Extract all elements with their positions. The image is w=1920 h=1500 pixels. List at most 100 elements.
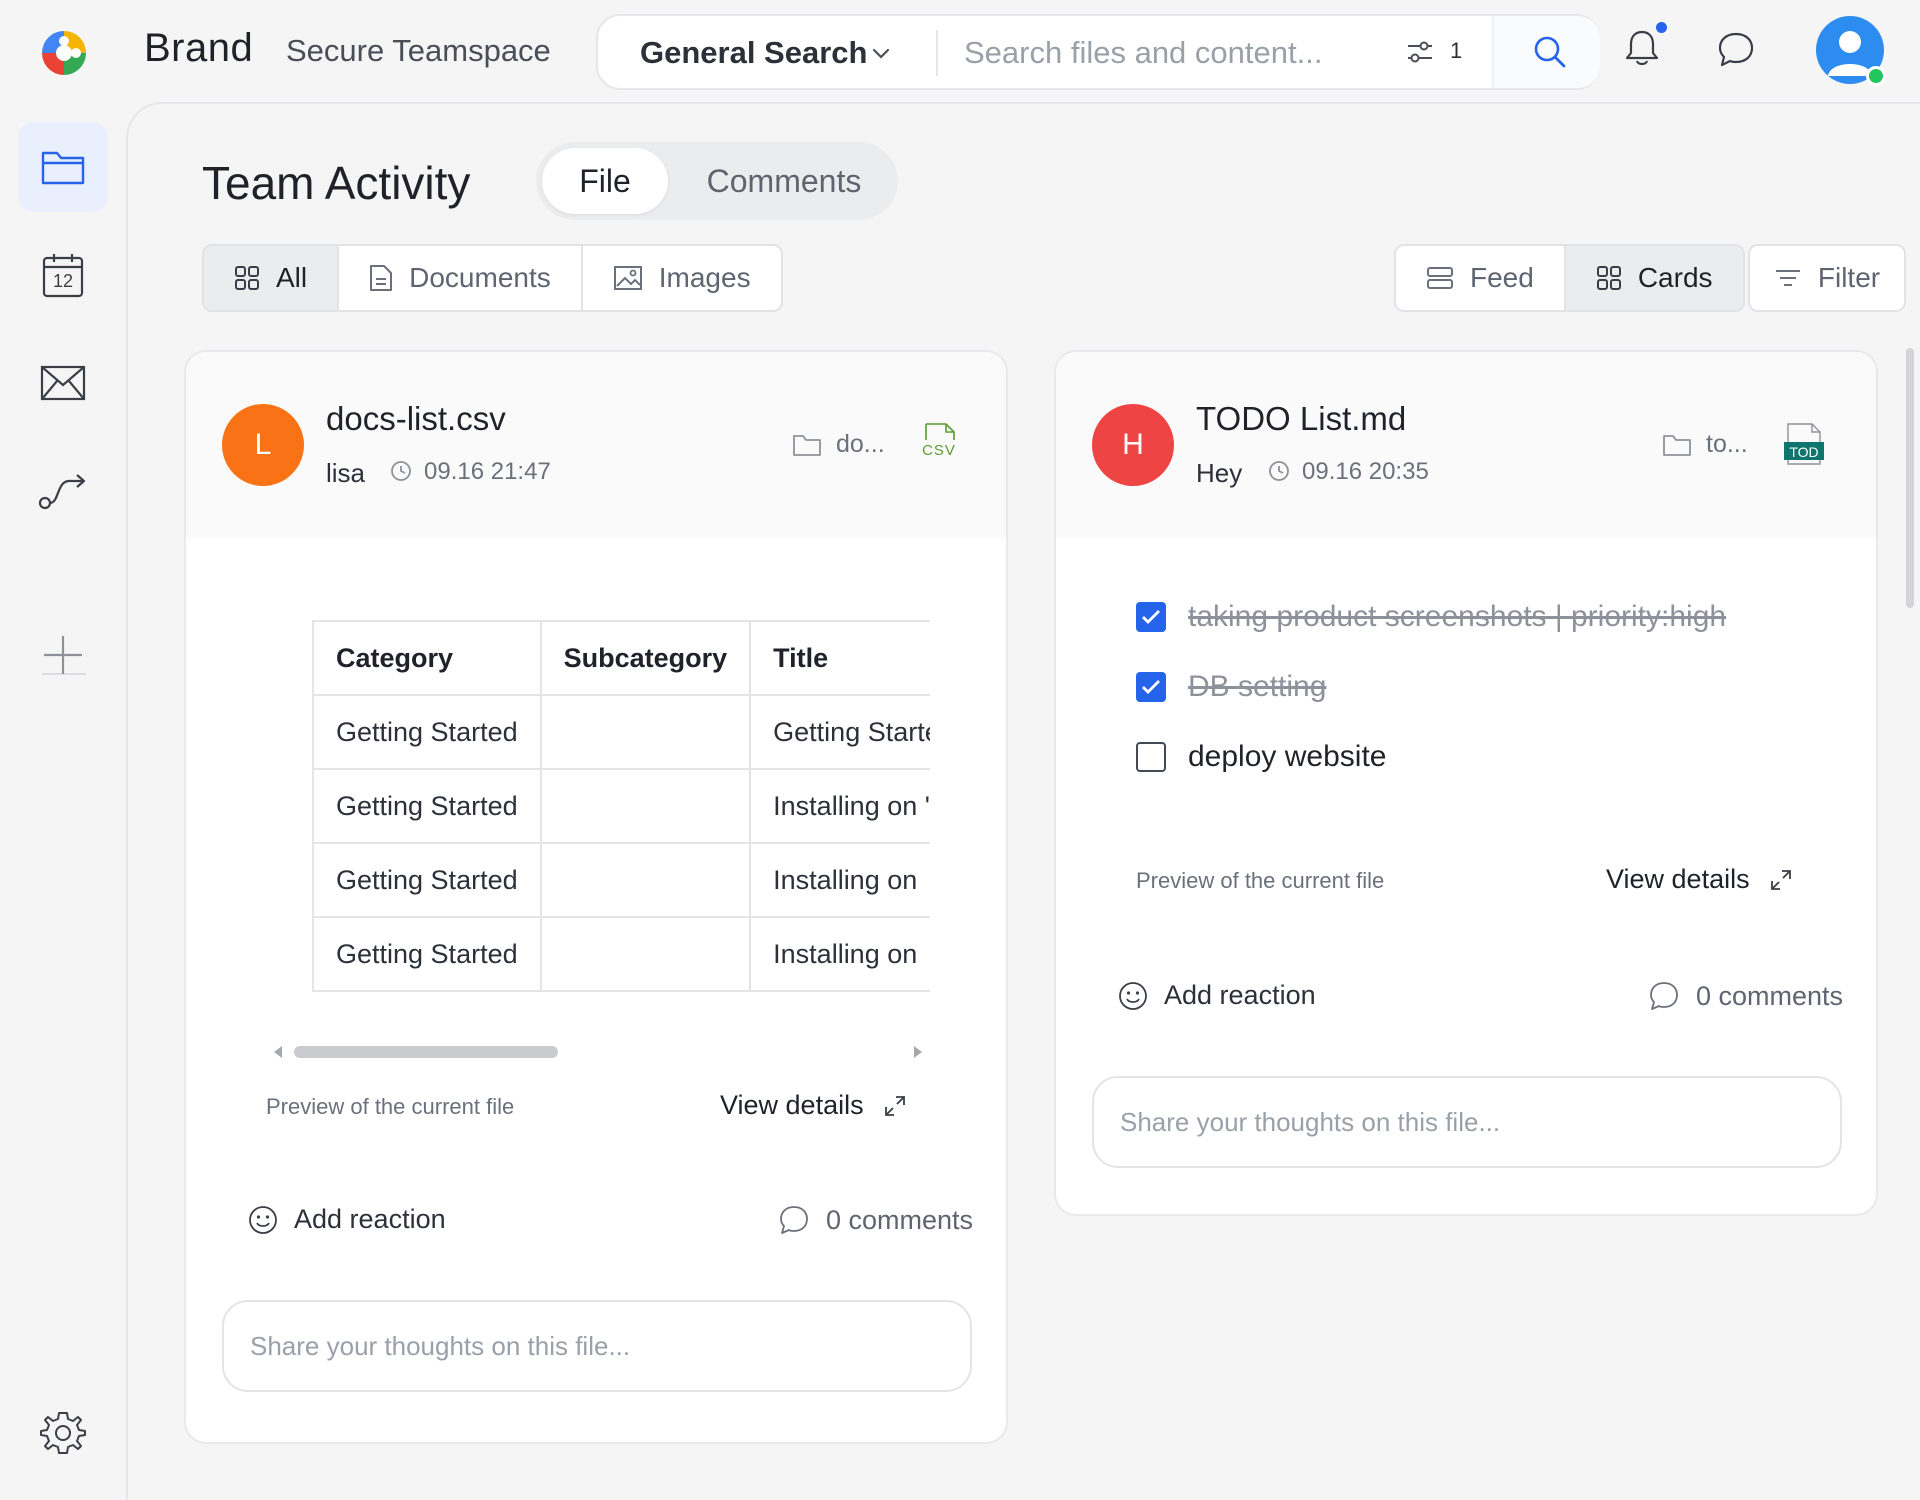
view-details-link[interactable]: View details bbox=[1606, 864, 1792, 895]
tab-file[interactable]: File bbox=[542, 148, 668, 214]
card-header: L docs-list.csv lisa 09.16 21:47 do... C… bbox=[186, 352, 1006, 538]
expand-icon bbox=[1770, 869, 1792, 891]
sidebar-add-button[interactable] bbox=[18, 610, 108, 700]
markdown-file-icon: TOD bbox=[1782, 422, 1826, 466]
sidebar: 12 bbox=[0, 102, 126, 1500]
view-feed-button[interactable]: Feed bbox=[1396, 246, 1566, 310]
add-reaction-label: Add reaction bbox=[1164, 980, 1316, 1010]
filter-documents-label: Documents bbox=[409, 262, 551, 293]
file-type-badge: CSV bbox=[922, 442, 956, 459]
todo-item[interactable]: taking product screenshots | priority:hi… bbox=[1136, 600, 1726, 634]
sidebar-item-workflow[interactable] bbox=[18, 446, 108, 536]
calendar-day: 12 bbox=[52, 271, 74, 291]
comments-button[interactable]: 0 comments bbox=[1648, 980, 1843, 1012]
filter-button[interactable]: Filter bbox=[1748, 244, 1906, 312]
folder-icon bbox=[40, 147, 86, 187]
filter-documents-button[interactable]: Documents bbox=[339, 246, 583, 310]
grid-icon bbox=[234, 265, 260, 291]
comment-input[interactable] bbox=[1092, 1076, 1842, 1168]
view-details-label: View details bbox=[720, 1090, 864, 1120]
chat-bubble-icon[interactable] bbox=[1716, 30, 1756, 70]
add-reaction-label: Add reaction bbox=[294, 1204, 446, 1234]
checkbox-checked[interactable] bbox=[1136, 602, 1166, 632]
clock-icon bbox=[390, 460, 412, 482]
search-input[interactable] bbox=[964, 34, 1404, 72]
scroll-left-arrow-icon[interactable] bbox=[272, 1045, 284, 1059]
search-button[interactable] bbox=[1492, 16, 1600, 88]
sidebar-item-calendar[interactable]: 12 bbox=[18, 230, 108, 320]
scroll-right-arrow-icon[interactable] bbox=[912, 1045, 924, 1059]
author-name[interactable]: lisa bbox=[326, 458, 365, 489]
search-filters-button[interactable] bbox=[1404, 36, 1436, 72]
chevron-down-icon[interactable] bbox=[870, 42, 892, 64]
clock-icon bbox=[1268, 460, 1290, 482]
horizontal-scrollbar[interactable] bbox=[272, 1042, 926, 1062]
table-cell bbox=[539, 694, 752, 770]
type-filter-group: All Documents Images bbox=[202, 244, 783, 312]
todo-text: DB setting bbox=[1188, 670, 1327, 703]
workspace-name[interactable]: Secure Teamspace bbox=[286, 33, 551, 69]
table-cell bbox=[539, 916, 752, 992]
view-details-link[interactable]: View details bbox=[720, 1090, 906, 1121]
add-reaction-button[interactable]: Add reaction bbox=[1118, 980, 1316, 1011]
table-cell bbox=[539, 842, 752, 918]
file-title[interactable]: TODO List.md bbox=[1196, 400, 1406, 438]
filter-images-button[interactable]: Images bbox=[583, 246, 781, 310]
add-reaction-button[interactable]: Add reaction bbox=[248, 1204, 446, 1235]
todo-item[interactable]: deploy website bbox=[1136, 740, 1386, 774]
file-comments-toggle: File Comments bbox=[536, 142, 898, 220]
timestamp: 09.16 20:35 bbox=[1302, 458, 1429, 485]
preview-label: Preview of the current file bbox=[266, 1094, 515, 1119]
search-scope-select[interactable]: General Search bbox=[640, 35, 867, 71]
folder-link[interactable]: do... bbox=[792, 430, 885, 459]
filter-label: Filter bbox=[1817, 262, 1881, 293]
comments-button[interactable]: 0 comments bbox=[778, 1204, 973, 1236]
table-row: Getting Started Getting Starte bbox=[312, 694, 930, 770]
timestamp: 09.16 21:47 bbox=[424, 458, 551, 485]
brand-name: Brand bbox=[144, 26, 254, 70]
activity-card: H TODO List.md Hey 09.16 20:35 to... TOD… bbox=[1054, 350, 1878, 1216]
folder-icon bbox=[792, 433, 822, 457]
settings-icon bbox=[40, 1410, 86, 1456]
sidebar-settings-button[interactable] bbox=[18, 1388, 108, 1478]
activity-card: L docs-list.csv lisa 09.16 21:47 do... C… bbox=[184, 350, 1008, 1444]
document-icon bbox=[369, 264, 393, 292]
workflow-icon bbox=[37, 471, 89, 511]
todo-item[interactable]: DB setting bbox=[1136, 670, 1326, 704]
plus-icon bbox=[42, 634, 84, 676]
filter-lines-icon bbox=[1774, 267, 1802, 289]
csv-preview-table[interactable]: Category Subcategory Title Getting Start… bbox=[312, 620, 930, 992]
checkbox-unchecked[interactable] bbox=[1136, 742, 1166, 772]
filter-images-label: Images bbox=[658, 262, 751, 293]
vertical-scrollbar-thumb[interactable] bbox=[1906, 348, 1914, 608]
table-cell: Getting Started bbox=[312, 694, 542, 770]
author-avatar[interactable]: L bbox=[222, 404, 304, 486]
comment-input[interactable] bbox=[222, 1300, 972, 1392]
online-status-indicator bbox=[1866, 66, 1886, 86]
checkbox-checked[interactable] bbox=[1136, 672, 1166, 702]
comments-count-label: 0 comments bbox=[826, 1204, 974, 1235]
file-title[interactable]: docs-list.csv bbox=[326, 400, 506, 438]
notification-dot bbox=[1656, 22, 1667, 33]
sidebar-item-files[interactable] bbox=[18, 122, 108, 212]
table-cell bbox=[539, 768, 752, 844]
author-avatar[interactable]: H bbox=[1092, 404, 1174, 486]
filter-all-button[interactable]: All bbox=[204, 246, 340, 310]
search-divider bbox=[936, 30, 938, 76]
brand-logo-icon[interactable] bbox=[36, 25, 92, 81]
bell-icon[interactable] bbox=[1620, 26, 1664, 70]
table-cell: Getting Started bbox=[312, 916, 542, 992]
view-cards-button[interactable]: Cards bbox=[1565, 246, 1743, 310]
author-name[interactable]: Hey bbox=[1196, 458, 1242, 489]
view-details-label: View details bbox=[1606, 864, 1750, 894]
scrollbar-thumb[interactable] bbox=[294, 1046, 558, 1058]
view-feed-label: Feed bbox=[1470, 262, 1534, 293]
table-row: Getting Started Installing on bbox=[312, 916, 930, 992]
tab-comments[interactable]: Comments bbox=[676, 148, 892, 214]
search-icon bbox=[1532, 34, 1568, 70]
page-title: Team Activity bbox=[202, 157, 471, 209]
table-row: Getting Started Installing on ' bbox=[312, 768, 930, 844]
sidebar-item-mail[interactable] bbox=[18, 338, 108, 428]
folder-link[interactable]: to... bbox=[1662, 430, 1748, 459]
folder-name: do... bbox=[836, 430, 885, 458]
